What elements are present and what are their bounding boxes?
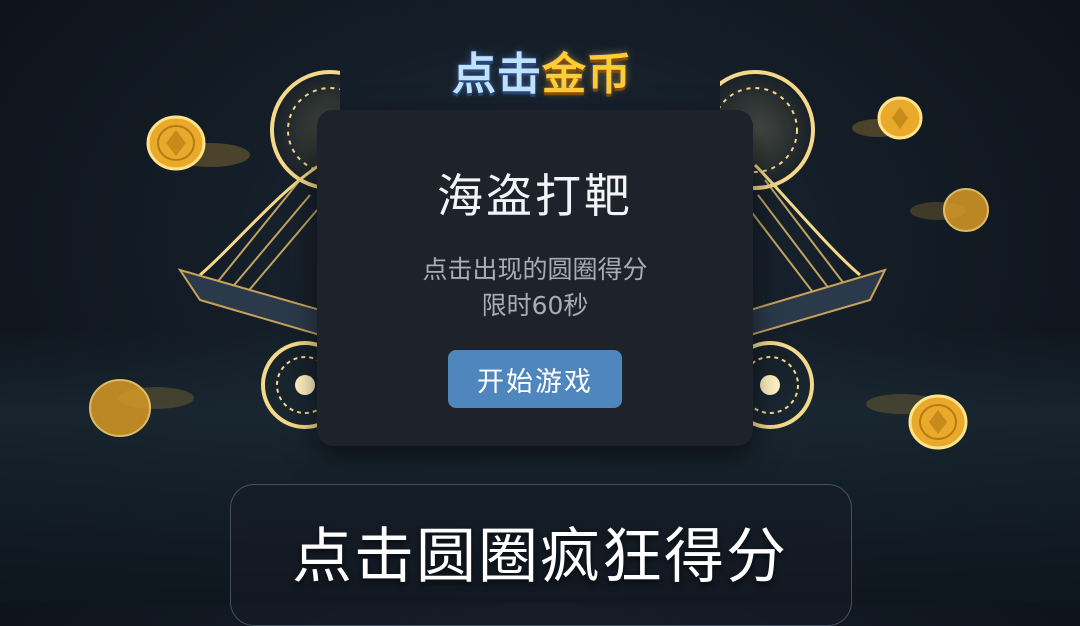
game-logo: 点击 金币 <box>437 36 647 104</box>
logo-text-part-b: 金币 <box>541 48 632 101</box>
gold-coin-icon <box>910 188 989 232</box>
dialog-description: 点击出现的圆圈得分 限时60秒 <box>422 252 647 324</box>
description-line-1: 点击出现的圆圈得分 <box>422 255 648 284</box>
start-dialog: 海盗打靶 点击出现的圆圈得分 限时60秒 开始游戏 <box>317 110 753 446</box>
banner-text: 点击圆圈疯狂得分 <box>292 522 788 592</box>
start-game-button[interactable]: 开始游戏 <box>448 350 622 408</box>
gold-coin-icon <box>866 394 968 450</box>
logo-text-part-a: 点击 <box>451 48 542 101</box>
description-line-2: 限时60秒 <box>481 291 589 320</box>
gold-coin-icon <box>146 115 250 171</box>
gold-coin-icon <box>89 379 194 437</box>
gold-coin-icon <box>852 96 923 140</box>
dialog-title: 海盗打靶 <box>437 169 633 223</box>
